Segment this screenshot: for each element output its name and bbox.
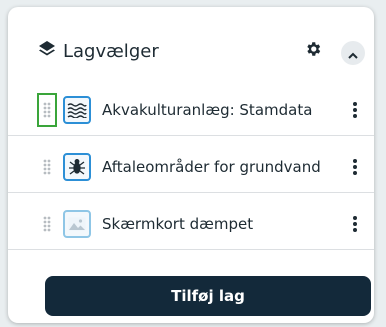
layer-row[interactable]: Aftaleområder for grundvand <box>8 136 374 193</box>
layer-row[interactable]: Akvakulturanlæg: Stamdata <box>8 79 374 136</box>
collapse-button[interactable] <box>341 41 365 65</box>
more-options-icon[interactable] <box>348 211 362 237</box>
layer-row[interactable]: Skærmkort dæmpet <box>8 193 374 250</box>
insect-icon <box>63 153 91 181</box>
waves-icon <box>63 96 91 124</box>
layer-label: Skærmkort dæmpet <box>102 215 254 233</box>
more-options-icon[interactable] <box>348 154 362 180</box>
image-placeholder-icon <box>63 210 91 238</box>
gear-icon[interactable] <box>304 40 322 62</box>
layer-label: Aftaleområder for grundvand <box>102 158 321 176</box>
add-layer-button[interactable]: Tilføj lag <box>45 276 371 316</box>
more-options-icon[interactable] <box>348 97 362 123</box>
panel-header: Lagvælger <box>8 7 374 79</box>
layer-picker-panel: Lagvælger Akvakulturanlæg: Stamdata Afta… <box>8 7 374 323</box>
chevron-up-icon <box>348 44 358 63</box>
layer-label: Akvakulturanlæg: Stamdata <box>102 101 313 119</box>
drag-handle-icon[interactable] <box>37 207 57 241</box>
panel-title: Lagvælger <box>63 41 159 62</box>
drag-handle-icon[interactable] <box>37 93 57 127</box>
layers-icon <box>38 40 56 62</box>
drag-handle-icon[interactable] <box>37 150 57 184</box>
